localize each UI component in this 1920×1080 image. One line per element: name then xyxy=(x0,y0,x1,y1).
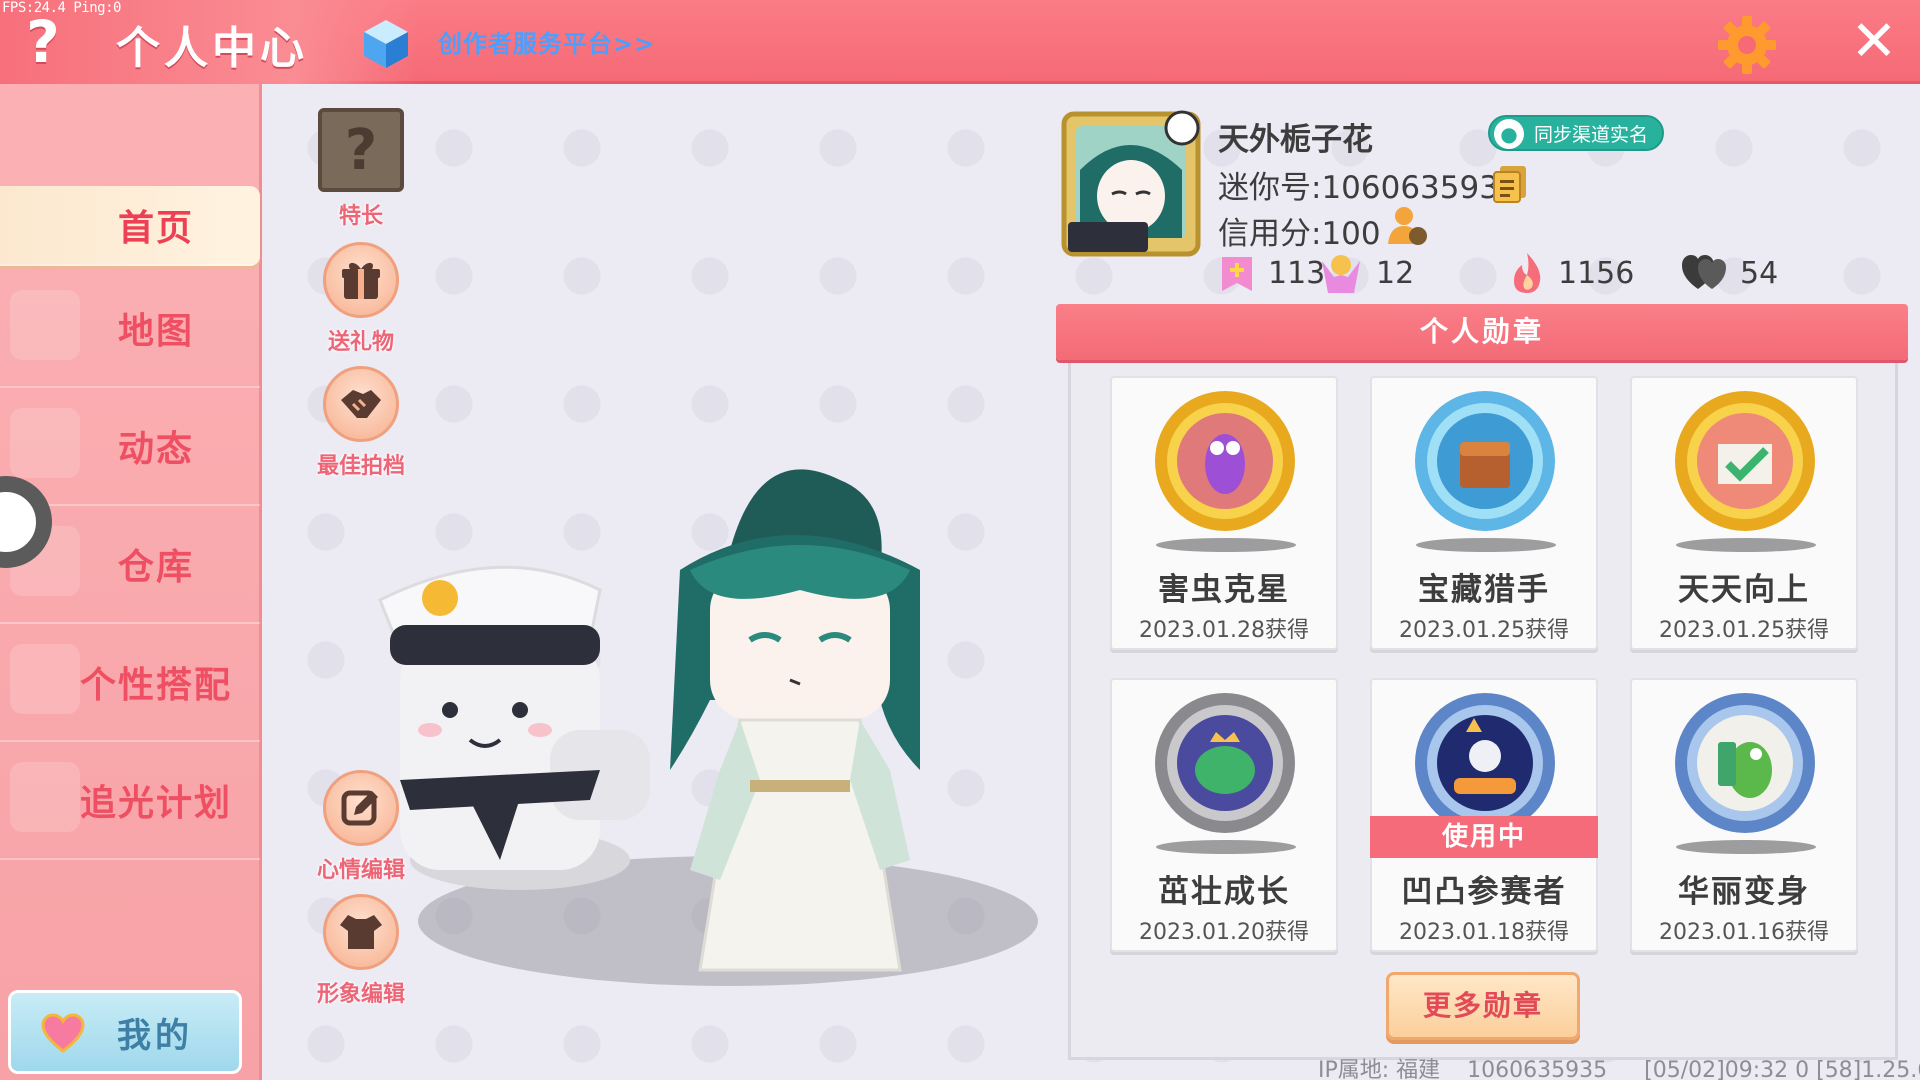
talent-button[interactable]: ? 特长 xyxy=(306,108,416,230)
badge-card[interactable]: 天天向上 2023.01.25获得 xyxy=(1630,376,1858,650)
gift-icon xyxy=(323,242,399,318)
fans-count: 12 xyxy=(1376,255,1415,291)
sidebar-item-label: 地图 xyxy=(117,311,194,352)
send-gift-label: 送礼物 xyxy=(327,330,394,355)
badge-card-active[interactable]: 使用中 凹凸参赛者 2023.01.18获得 xyxy=(1370,678,1598,952)
hearts-count: 54 xyxy=(1740,255,1779,291)
footer-info: IP属地: 福建 1060635935 [05/02]09:32 0 [58]1… xyxy=(1318,1052,1920,1080)
best-partner-label: 最佳拍档 xyxy=(316,454,405,479)
badge-name: 茁壮成长 xyxy=(1158,874,1290,910)
sidebar-item-chase-light[interactable]: 追光计划 xyxy=(0,742,260,860)
cube-icon[interactable] xyxy=(362,18,410,70)
treasure-hunter-medal-icon xyxy=(1415,391,1555,531)
sync-realname-badge[interactable]: ● 同步渠道实名 xyxy=(1488,115,1665,151)
pest-buster-medal-icon xyxy=(1155,391,1295,531)
player-nickname: 天外栀子花 xyxy=(1218,122,1373,158)
badge-date: 2023.01.25获得 xyxy=(1659,618,1829,643)
player-character-illustration xyxy=(670,469,920,972)
badge-name: 华丽变身 xyxy=(1678,874,1810,910)
avatar-edit-label: 形象编辑 xyxy=(316,982,405,1007)
badge-date: 2023.01.25获得 xyxy=(1399,618,1569,643)
handshake-icon xyxy=(323,366,399,442)
page-title: 个人中心 xyxy=(116,23,308,74)
thriving-growth-medal-icon xyxy=(1155,693,1295,833)
creator-platform-link[interactable]: 创作者服务平台>> xyxy=(438,24,655,59)
sidebar-item-feed[interactable]: 动态 xyxy=(0,388,260,506)
badge-card[interactable]: 害虫克星 2023.01.28获得 xyxy=(1110,376,1338,650)
best-partner-button[interactable]: 最佳拍档 xyxy=(306,366,416,480)
badge-date: 2023.01.16获得 xyxy=(1659,920,1829,945)
badge-card[interactable]: 茁壮成长 2023.01.20获得 xyxy=(1110,678,1338,952)
heart-stat-icon xyxy=(1682,255,1726,289)
sidebar-item-home[interactable]: 首页 xyxy=(0,186,260,266)
send-gift-button[interactable]: 送礼物 xyxy=(306,242,416,356)
sidebar-item-label: 动态 xyxy=(117,429,194,470)
ip-location: IP属地: 福建 xyxy=(1318,1058,1441,1080)
mine-label: 我的 xyxy=(117,1015,193,1056)
avatar-edit-button[interactable]: 形象编辑 xyxy=(306,894,416,1008)
sidebar-item-map[interactable]: 地图 xyxy=(0,270,260,388)
fans-icon xyxy=(1322,255,1360,293)
build-info: [05/02]09:32 0 [58]1.25.6 xyxy=(1644,1058,1920,1080)
sync-realname-label: 同步渠道实名 xyxy=(1534,124,1649,146)
popularity-count: 1156 xyxy=(1558,255,1635,291)
badge-card[interactable]: 宝藏猎手 2023.01.25获得 xyxy=(1370,376,1598,650)
medal-plate xyxy=(1156,840,1296,854)
copy-icon[interactable] xyxy=(1492,164,1528,204)
user-icon: ● xyxy=(1494,119,1524,149)
in-use-label: 使用中 xyxy=(1370,816,1598,858)
sidebar-item-outfit[interactable]: 个性搭配 xyxy=(0,624,260,742)
footer-uid: 1060635935 xyxy=(1467,1058,1608,1080)
mine-button[interactable]: 我的 xyxy=(8,990,242,1074)
medal-plate xyxy=(1676,538,1816,552)
popularity-stat: 1156 xyxy=(1508,252,1634,294)
badge-date: 2023.01.18获得 xyxy=(1399,920,1569,945)
top-bar: FPS:24.4 Ping:0 ? 个人中心 创作者服务平台>> ✕ xyxy=(0,0,1920,84)
credit-user-icon[interactable] xyxy=(1384,204,1428,248)
badge-card[interactable]: 华丽变身 2023.01.16获得 xyxy=(1630,678,1858,952)
bell-icon xyxy=(10,408,80,478)
like-icon xyxy=(1222,257,1252,291)
badge-name: 天天向上 xyxy=(1678,572,1810,608)
likes-stat: 113 xyxy=(1218,252,1325,294)
map-icon xyxy=(10,290,80,360)
talent-label: 特长 xyxy=(338,204,383,229)
close-icon[interactable]: ✕ xyxy=(1846,14,1902,70)
heart-icon xyxy=(41,1013,85,1053)
sidebar-item-label: 仓库 xyxy=(117,547,194,588)
gear-icon[interactable] xyxy=(1716,14,1778,76)
star-icon xyxy=(10,762,80,832)
sidebar-item-label: 首页 xyxy=(117,208,194,249)
avatar[interactable] xyxy=(1060,110,1202,258)
badge-name: 害虫克星 xyxy=(1158,572,1290,608)
fans-stat: 12 xyxy=(1318,252,1414,294)
daily-progress-medal-icon xyxy=(1675,391,1815,531)
seal-pet-illustration xyxy=(378,565,650,890)
badge-name: 宝藏猎手 xyxy=(1418,572,1550,608)
likes-count: 113 xyxy=(1268,255,1326,291)
help-button[interactable]: ? xyxy=(18,10,68,74)
medal-plate xyxy=(1416,538,1556,552)
more-badges-button[interactable]: 更多勋章 xyxy=(1386,972,1580,1040)
sidebar-item-label: 追光计划 xyxy=(79,783,232,824)
medal-plate xyxy=(1156,538,1296,552)
flame-icon xyxy=(1514,253,1541,293)
badge-date: 2023.01.28获得 xyxy=(1139,618,1309,643)
outfit-edit-icon xyxy=(323,894,399,970)
transformation-medal-icon xyxy=(1675,693,1815,833)
badge-date: 2023.01.20获得 xyxy=(1139,920,1309,945)
hearts-stat: 54 xyxy=(1682,252,1778,294)
sidebar-item-label: 个性搭配 xyxy=(79,665,232,706)
medal-plate xyxy=(1676,840,1816,854)
badge-name: 凹凸参赛者 xyxy=(1401,874,1567,910)
outfit-icon xyxy=(10,644,80,714)
sidebar: 首页 地图 动态 仓库 个性搭配 追光计划 xyxy=(0,84,262,1080)
badge-panel-title: 个人勋章 xyxy=(1056,304,1908,360)
credit-score: 信用分:100 xyxy=(1218,216,1381,252)
mini-id: 迷你号:1060635935 xyxy=(1218,170,1519,206)
question-box-icon: ? xyxy=(318,108,404,192)
